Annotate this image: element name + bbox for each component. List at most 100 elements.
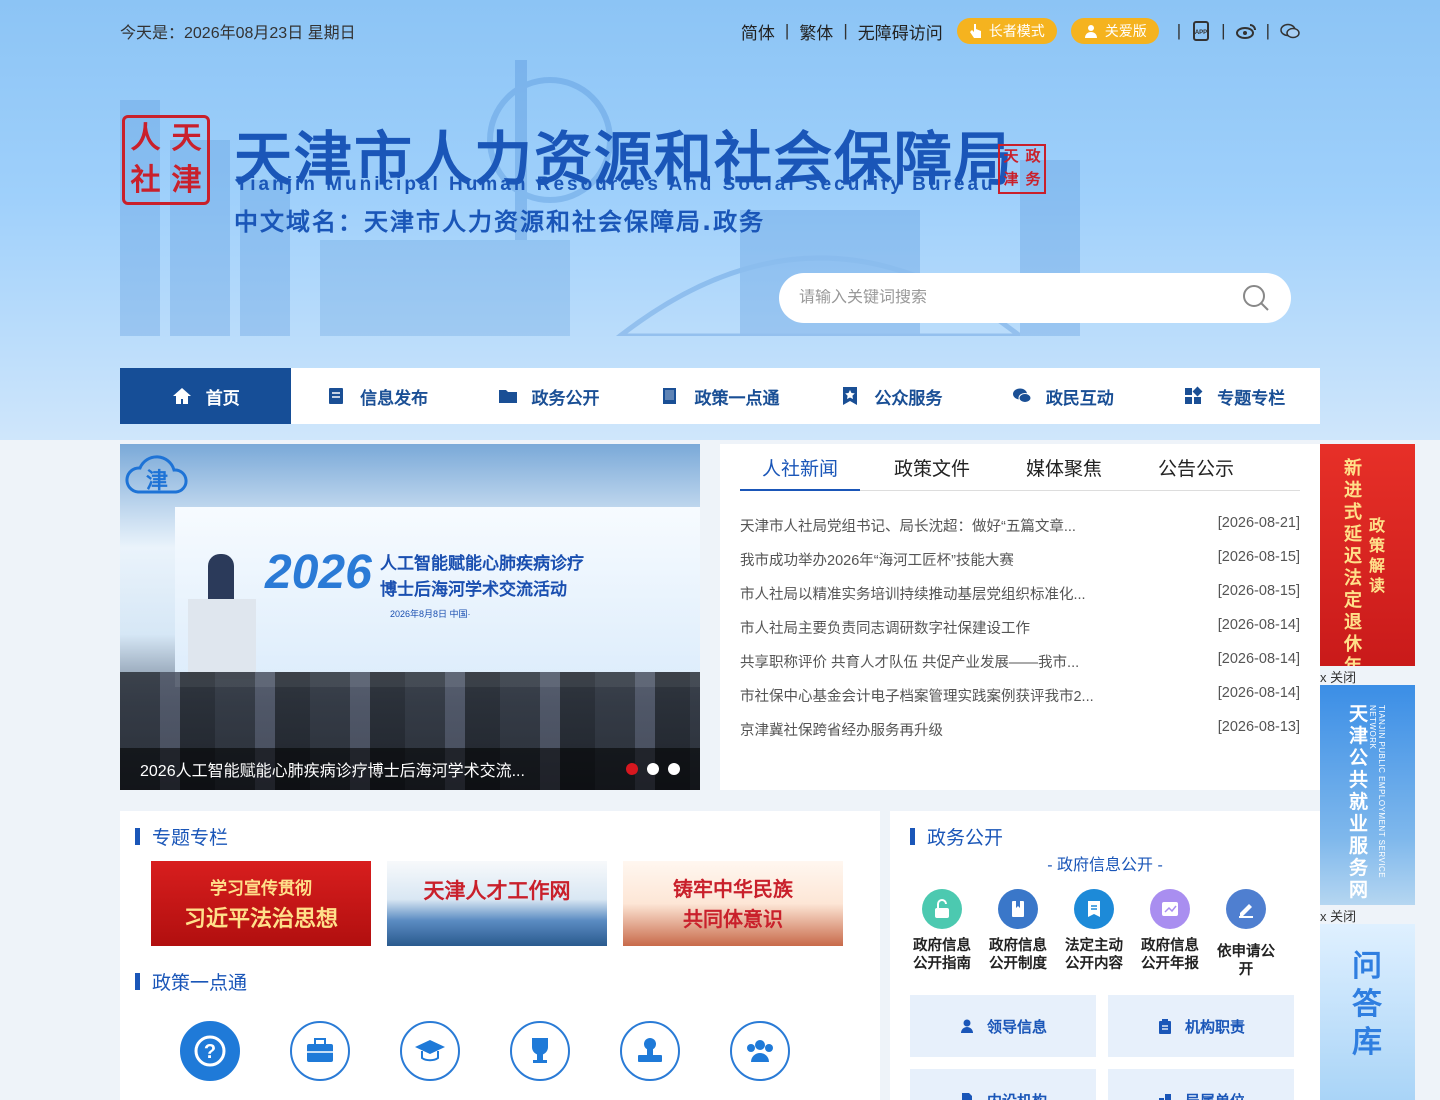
policy-button[interactable] bbox=[510, 1021, 570, 1081]
search-input[interactable] bbox=[799, 289, 1241, 307]
gov-apply-disclosure[interactable]: 依申请公开 bbox=[1212, 889, 1280, 979]
list-item[interactable]: 市人社局以精准实务培训持续推动基层党组织标准化... [2026-08-15] bbox=[740, 583, 1300, 617]
nav-label: 政策一点通 bbox=[694, 388, 780, 408]
nav-home[interactable]: 首页 bbox=[120, 368, 292, 424]
gov-item-label: 政府信息 公开指南 bbox=[913, 938, 971, 972]
banner-line: 铸牢中华民族 bbox=[673, 876, 793, 901]
carousel-dot-1[interactable] bbox=[626, 763, 638, 775]
nav-gov-affairs[interactable]: 政务公开 bbox=[463, 368, 634, 424]
gov-item-label: 政府信息 公开制度 bbox=[989, 938, 1047, 972]
news-carousel[interactable]: 2026 人工智能赋能心肺疾病诊疗 博士后海河学术交流活动 2026年8月8日 … bbox=[120, 444, 700, 790]
tab-policy-docs[interactable]: 政策文件 bbox=[894, 444, 970, 491]
policy-button[interactable] bbox=[730, 1021, 790, 1081]
gov-info-system[interactable]: 政府信息 公开制度 bbox=[984, 889, 1052, 979]
close-ad-button[interactable]: x 关闭 bbox=[1320, 906, 1415, 925]
nav-policy[interactable]: 政策一点通 bbox=[634, 368, 805, 424]
news-date: [2026-08-14] bbox=[1217, 617, 1300, 633]
gov-annual-report[interactable]: 政府信息 公开年报 bbox=[1136, 889, 1204, 979]
simplified-chinese-link[interactable]: 简体 bbox=[741, 19, 775, 44]
special-topics-panel: 专题专栏 学习宣传贯彻 习近平法治思想 天津人才工作网 铸牢中华民族 共同体意识… bbox=[120, 811, 880, 1100]
news-date: [2026-08-15] bbox=[1217, 549, 1300, 565]
nav-label: 首页 bbox=[205, 388, 240, 408]
list-item[interactable]: 市社保中心基金会计电子档案管理实践案例获评我市2... [2026-08-14] bbox=[740, 685, 1300, 719]
policy-section-title: 政策一点通 bbox=[152, 973, 248, 994]
org-duties-button[interactable]: 机构职责 bbox=[1108, 995, 1294, 1057]
list-item[interactable]: 天津市人社局党组书记、局长沈超：做好“五篇文章... [2026-08-21] bbox=[740, 515, 1300, 549]
carousel-dots bbox=[626, 763, 680, 775]
banner-talent-network[interactable]: 天津人才工作网 bbox=[387, 861, 607, 946]
svg-text:?: ? bbox=[204, 1041, 216, 1063]
traditional-chinese-link[interactable]: 繁体 bbox=[799, 19, 833, 44]
folder-icon bbox=[498, 390, 517, 403]
weibo-icon[interactable] bbox=[1235, 21, 1256, 41]
icon-circle bbox=[1150, 889, 1190, 929]
gov-info-guide[interactable]: 政府信息 公开指南 bbox=[908, 889, 976, 979]
tab-hr-news[interactable]: 人社新闻 bbox=[740, 444, 861, 491]
internal-orgs-button[interactable]: 内设机构 bbox=[910, 1069, 1096, 1100]
section-heading: 政务公开 bbox=[910, 823, 1003, 850]
seal-char: 津 bbox=[171, 163, 202, 198]
carousel-dot-2[interactable] bbox=[647, 763, 659, 775]
banner-line: 习近平法治思想 bbox=[183, 905, 338, 932]
gov-subtitle: - 政府信息公开 - bbox=[1047, 857, 1163, 874]
button-label: 局属单位 bbox=[1185, 1090, 1245, 1100]
icon-circle bbox=[1074, 889, 1114, 929]
heading-bar bbox=[135, 973, 140, 990]
news-title: 共享职称评价 共育人才队伍 共促产业发展——我市... bbox=[740, 655, 1080, 671]
care-version-button[interactable]: 关爱版 bbox=[1070, 18, 1159, 44]
news-title: 天津市人社局党组书记、局长沈超：做好“五篇文章... bbox=[740, 519, 1076, 535]
seal-char: 社 bbox=[130, 163, 161, 198]
banner-line: 学习宣传贯彻 bbox=[209, 878, 312, 899]
top-utility-bar: 今天是：2026年08月23日 星期日 简体 | 繁体 | 无障碍访问 长者模式… bbox=[120, 16, 1300, 46]
nav-interaction[interactable]: 政民互动 bbox=[977, 368, 1148, 424]
button-label: 机构职责 bbox=[1184, 1018, 1245, 1036]
banner-national-unity[interactable]: 铸牢中华民族 共同体意识 bbox=[623, 861, 843, 946]
qa-library-ad[interactable]: 问答库 bbox=[1320, 924, 1415, 1100]
list-item[interactable]: 市人社局主要负责同志调研数字社保建设工作 [2026-08-14] bbox=[740, 617, 1300, 651]
current-date: 今天是：2026年08月23日 星期日 bbox=[120, 25, 356, 42]
app-icon[interactable]: APP bbox=[1191, 21, 1211, 41]
banner-text: 铸牢中华民族 共同体意识 bbox=[673, 874, 793, 934]
chart-doc-icon bbox=[1162, 902, 1178, 916]
book-icon bbox=[663, 388, 677, 404]
list-item[interactable]: 共享职称评价 共育人才队伍 共促产业发展——我市... [2026-08-14] bbox=[740, 651, 1300, 685]
button-label: 领导信息 bbox=[986, 1018, 1047, 1036]
leader-info-button[interactable]: 领导信息 bbox=[910, 995, 1096, 1057]
gov-statutory-content[interactable]: 法定主动 公开内容 bbox=[1060, 889, 1128, 979]
policy-button[interactable] bbox=[290, 1021, 350, 1081]
list-item[interactable]: 京津冀社保跨省经办服务再升级 [2026-08-13] bbox=[740, 719, 1300, 753]
search-button[interactable] bbox=[1241, 283, 1271, 313]
accessibility-link[interactable]: 无障碍访问 bbox=[858, 19, 943, 44]
policy-button[interactable] bbox=[400, 1021, 460, 1081]
nav-info-release[interactable]: 信息发布 bbox=[291, 368, 462, 424]
slide-screen-subtitle: 博士后海河学术交流活动 bbox=[380, 580, 567, 599]
stamp-char: 务 bbox=[1025, 171, 1041, 188]
nav-public-service[interactable]: 公众服务 bbox=[806, 368, 977, 424]
org-doc-icon bbox=[961, 1093, 972, 1100]
retirement-policy-ad[interactable]: 新进式延迟法定退休年龄 政策解读 bbox=[1320, 444, 1415, 666]
svg-text:APP: APP bbox=[1195, 30, 1207, 36]
elder-mode-label: 长者模式 bbox=[988, 23, 1045, 39]
document-icon bbox=[329, 388, 344, 404]
nav-special-topics[interactable]: 专题专栏 bbox=[1149, 368, 1320, 424]
separator: | bbox=[784, 21, 790, 40]
carousel-caption[interactable]: 2026人工智能赋能心肺疾病诊疗博士后海河学术交流... bbox=[140, 757, 626, 781]
employment-service-ad[interactable]: 天津公共就业服务网 TIANJIN PUBLIC EMPLOYMENT SERV… bbox=[1320, 685, 1415, 905]
trophy-icon bbox=[532, 1038, 548, 1063]
close-ad-button[interactable]: x 关闭 bbox=[1320, 667, 1415, 686]
wechat-icon[interactable] bbox=[1280, 21, 1300, 41]
policy-button[interactable]: ? bbox=[180, 1021, 240, 1081]
home-icon bbox=[172, 388, 191, 404]
carousel-dot-3[interactable] bbox=[668, 763, 680, 775]
hand-pointer-icon bbox=[969, 24, 981, 38]
tab-media-focus[interactable]: 媒体聚焦 bbox=[1026, 444, 1102, 491]
site-title-english: Tianjin Municipal Human Resources And So… bbox=[236, 174, 996, 195]
banner-rule-of-law[interactable]: 学习宣传贯彻 习近平法治思想 bbox=[151, 861, 371, 946]
policy-button[interactable] bbox=[620, 1021, 680, 1081]
elder-mode-button[interactable]: 长者模式 bbox=[956, 18, 1057, 44]
book-mark-icon bbox=[1012, 901, 1024, 917]
tab-announcements[interactable]: 公告公示 bbox=[1158, 444, 1234, 491]
list-item[interactable]: 我市成功举办2026年“海河工匠杯”技能大赛 [2026-08-15] bbox=[740, 549, 1300, 583]
affiliated-units-button[interactable]: 局属单位 bbox=[1108, 1069, 1294, 1100]
icon-circle bbox=[1226, 889, 1266, 929]
